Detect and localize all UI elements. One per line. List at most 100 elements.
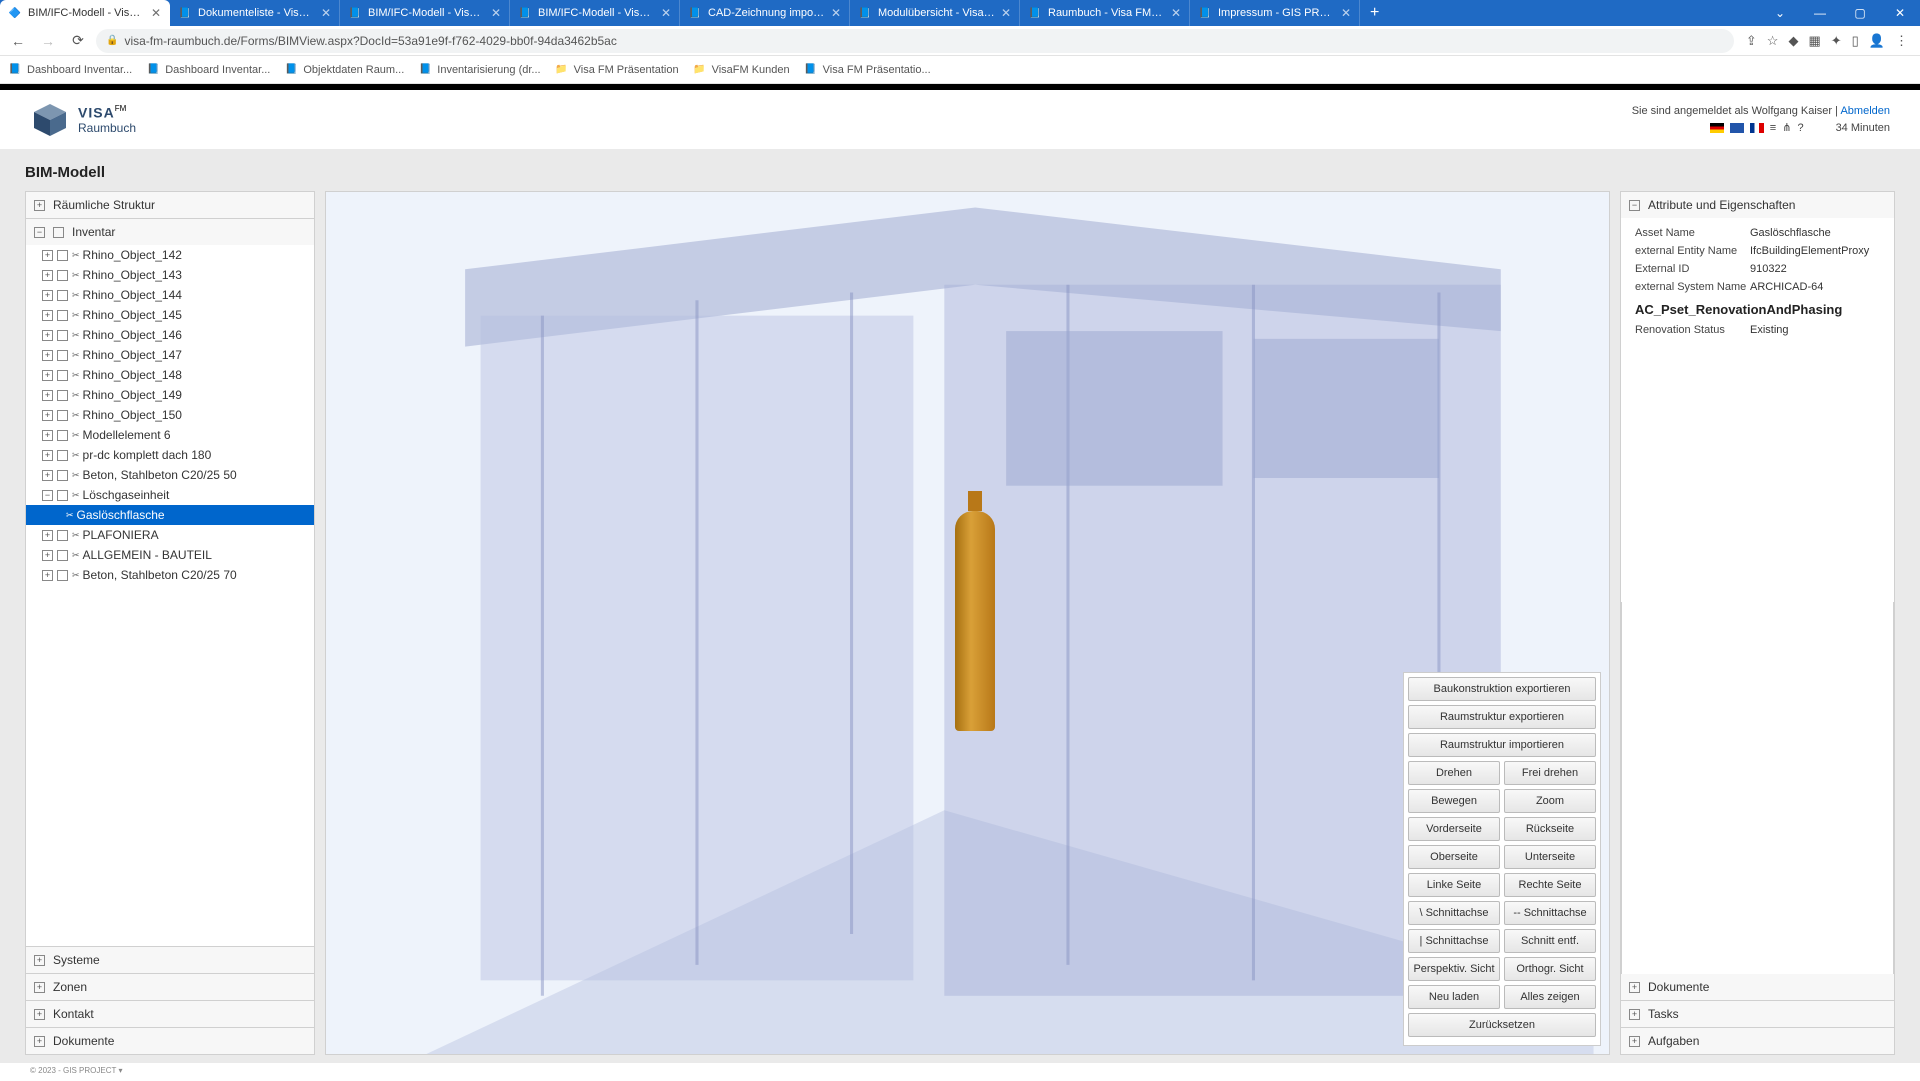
- bookmark-item[interactable]: 📘Objektdaten Raum...: [284, 63, 404, 77]
- browser-tab[interactable]: 🔷BIM/IFC-Modell - Visa FM...✕: [0, 0, 170, 26]
- expand-icon[interactable]: +: [42, 530, 53, 541]
- expand-icon[interactable]: +: [42, 470, 53, 481]
- tab-close-icon[interactable]: ✕: [1171, 6, 1181, 20]
- ctrl-button[interactable]: Neu laden: [1408, 985, 1500, 1009]
- tree-item[interactable]: +✂Rhino_Object_147: [26, 345, 314, 365]
- tree-item[interactable]: +✂Rhino_Object_144: [26, 285, 314, 305]
- acc-inventory[interactable]: − Inventar: [26, 218, 314, 245]
- checkbox[interactable]: [57, 490, 68, 501]
- tree-item[interactable]: +✂Modellelement 6: [26, 425, 314, 445]
- minimize-button[interactable]: ―: [1800, 0, 1840, 26]
- logo[interactable]: VISAFM Raumbuch: [30, 100, 136, 140]
- tree-item[interactable]: +✂Beton, Stahlbeton C20/25 70: [26, 565, 314, 585]
- back-button[interactable]: ←: [6, 29, 30, 53]
- flag-de-icon[interactable]: [1710, 123, 1724, 133]
- ctrl-button[interactable]: Baukonstruktion exportieren: [1408, 677, 1596, 701]
- expand-icon[interactable]: +: [42, 370, 53, 381]
- menu-lines-icon[interactable]: ≡: [1770, 122, 1776, 134]
- reload-button[interactable]: ⟳: [66, 29, 90, 53]
- tabsearch-button[interactable]: ⌄: [1760, 0, 1800, 26]
- ctrl-button[interactable]: Alles zeigen: [1504, 985, 1596, 1009]
- ctrl-button[interactable]: Raumstruktur importieren: [1408, 733, 1596, 757]
- ext2-icon[interactable]: ▦: [1808, 33, 1820, 49]
- tree-item[interactable]: +✂Rhino_Object_143: [26, 265, 314, 285]
- ctrl-button[interactable]: Rechte Seite: [1504, 873, 1596, 897]
- browser-tab[interactable]: 📘BIM/IFC-Modell - Visa FM ...✕: [340, 0, 510, 26]
- checkbox[interactable]: [53, 227, 64, 238]
- panel-collapsed[interactable]: +Aufgaben: [1621, 1027, 1894, 1054]
- ctrl-button[interactable]: Vorderseite: [1408, 817, 1500, 841]
- ctrl-reset-button[interactable]: Zurücksetzen: [1408, 1013, 1596, 1037]
- checkbox[interactable]: [57, 330, 68, 341]
- ctrl-button[interactable]: Perspektiv. Sicht: [1408, 957, 1500, 981]
- bookmark-item[interactable]: 📘Inventarisierung (dr...: [418, 63, 540, 77]
- ctrl-button[interactable]: Schnitt entf.: [1504, 929, 1596, 953]
- browser-tab[interactable]: 📘BIM/IFC-Modell - Visa FM ...✕: [510, 0, 680, 26]
- ctrl-button[interactable]: \ Schnittachse: [1408, 901, 1500, 925]
- flag-fr-icon[interactable]: [1750, 123, 1764, 133]
- url-input[interactable]: 🔒 visa-fm-raumbuch.de/Forms/BIMView.aspx…: [96, 29, 1734, 53]
- expand-icon[interactable]: +: [42, 350, 53, 361]
- bookmark-item[interactable]: 📘Visa FM Präsentatio...: [804, 63, 931, 77]
- ext1-icon[interactable]: ◆: [1788, 33, 1798, 49]
- checkbox[interactable]: [57, 290, 68, 301]
- expand-icon[interactable]: +: [42, 570, 53, 581]
- tree-item[interactable]: ✂Gaslöschflasche: [26, 505, 314, 525]
- rss-icon[interactable]: ⋔: [1782, 121, 1791, 134]
- expand-icon[interactable]: +: [42, 550, 53, 561]
- menu-icon[interactable]: ⋮: [1895, 33, 1908, 49]
- expand-icon[interactable]: +: [42, 450, 53, 461]
- bookmark-item[interactable]: 📁VisaFM Kunden: [693, 63, 790, 77]
- profile-icon[interactable]: 👤: [1869, 33, 1885, 49]
- expand-icon[interactable]: +: [42, 390, 53, 401]
- 3d-viewport[interactable]: Baukonstruktion exportieren Raumstruktur …: [325, 191, 1610, 1055]
- ctrl-button[interactable]: Zoom: [1504, 789, 1596, 813]
- checkbox[interactable]: [57, 370, 68, 381]
- tree-item[interactable]: +✂Rhino_Object_148: [26, 365, 314, 385]
- tab-close-icon[interactable]: ✕: [491, 6, 501, 20]
- acc-systems[interactable]: + Systeme: [26, 946, 314, 973]
- forward-button[interactable]: →: [36, 29, 60, 53]
- window-close-button[interactable]: ✕: [1880, 0, 1920, 26]
- checkbox[interactable]: [57, 390, 68, 401]
- tree-item[interactable]: +✂PLAFONIERA: [26, 525, 314, 545]
- ctrl-button[interactable]: | Schnittachse: [1408, 929, 1500, 953]
- tree-item[interactable]: +✂Rhino_Object_146: [26, 325, 314, 345]
- checkbox[interactable]: [57, 350, 68, 361]
- tree-item[interactable]: +✂pr-dc komplett dach 180: [26, 445, 314, 465]
- checkbox[interactable]: [57, 470, 68, 481]
- ctrl-button[interactable]: Raumstruktur exportieren: [1408, 705, 1596, 729]
- expand-icon[interactable]: +: [42, 330, 53, 341]
- share-icon[interactable]: ⇪: [1746, 33, 1757, 49]
- logout-link[interactable]: Abmelden: [1840, 105, 1890, 117]
- tab-close-icon[interactable]: ✕: [151, 6, 161, 20]
- checkbox[interactable]: [57, 450, 68, 461]
- acc-contact[interactable]: + Kontakt: [26, 1000, 314, 1027]
- tree-item[interactable]: +✂Rhino_Object_150: [26, 405, 314, 425]
- checkbox[interactable]: [57, 430, 68, 441]
- checkbox[interactable]: [57, 310, 68, 321]
- ctrl-button[interactable]: Bewegen: [1408, 789, 1500, 813]
- ctrl-button[interactable]: Orthogr. Sicht: [1504, 957, 1596, 981]
- tree-item[interactable]: +✂Rhino_Object_145: [26, 305, 314, 325]
- tree-item[interactable]: +✂Rhino_Object_142: [26, 245, 314, 265]
- expand-icon[interactable]: +: [42, 290, 53, 301]
- ctrl-button[interactable]: -- Schnittachse: [1504, 901, 1596, 925]
- ctrl-button[interactable]: Drehen: [1408, 761, 1500, 785]
- tab-close-icon[interactable]: ✕: [661, 6, 671, 20]
- ctrl-button[interactable]: Frei drehen: [1504, 761, 1596, 785]
- bookmark-item[interactable]: 📁Visa FM Präsentation: [555, 63, 679, 77]
- puzzle-icon[interactable]: ✦: [1831, 33, 1842, 49]
- tree-item[interactable]: +✂Rhino_Object_149: [26, 385, 314, 405]
- expand-icon[interactable]: +: [42, 410, 53, 421]
- expand-icon[interactable]: +: [42, 250, 53, 261]
- maximize-button[interactable]: ▢: [1840, 0, 1880, 26]
- bookmark-item[interactable]: 📘Dashboard Inventar...: [146, 63, 270, 77]
- panel-collapsed[interactable]: +Tasks: [1621, 1000, 1894, 1027]
- tab-close-icon[interactable]: ✕: [321, 6, 331, 20]
- panel-collapsed[interactable]: +Dokumente: [1621, 974, 1894, 1000]
- tab-close-icon[interactable]: ✕: [1341, 6, 1351, 20]
- reader-icon[interactable]: ▯: [1852, 33, 1859, 49]
- ctrl-button[interactable]: Unterseite: [1504, 845, 1596, 869]
- ctrl-button[interactable]: Linke Seite: [1408, 873, 1500, 897]
